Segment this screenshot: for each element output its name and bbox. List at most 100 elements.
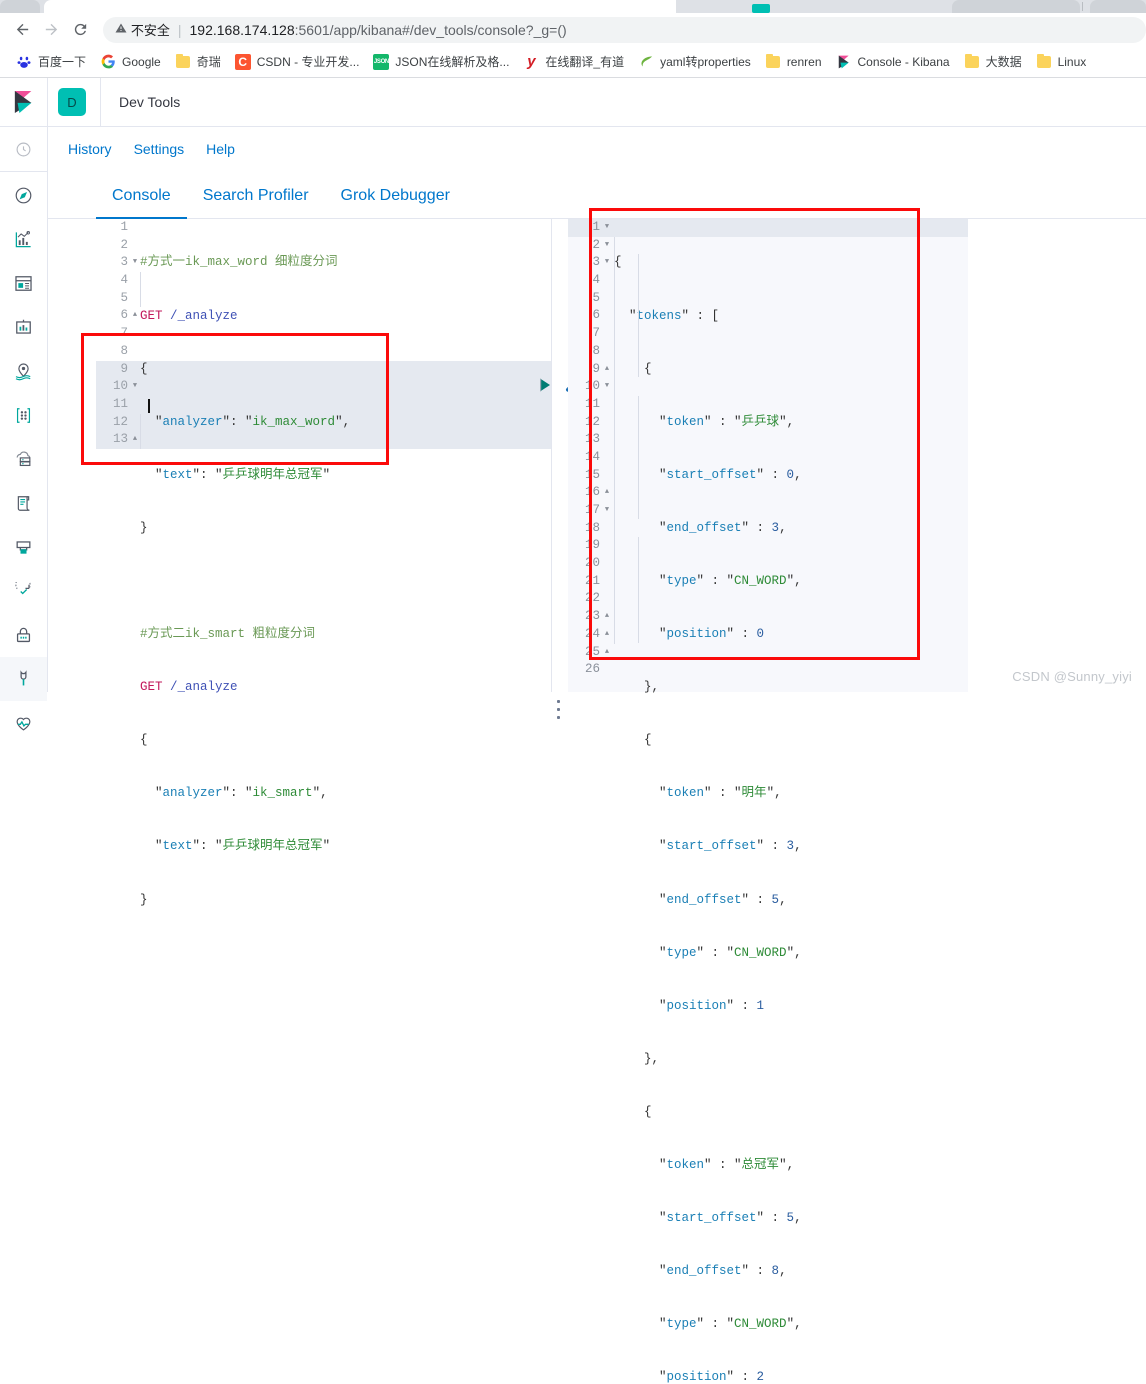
page-title: Dev Tools	[119, 94, 181, 110]
sidebar-item-machine-learning[interactable]	[0, 393, 47, 437]
logs-scroll-icon	[14, 494, 33, 513]
browser-tab-strip[interactable]	[0, 0, 1146, 13]
browser-tab[interactable]	[952, 0, 1080, 13]
bookmark-label: renren	[786, 54, 822, 69]
sidebar-item-visualize[interactable]	[0, 217, 47, 261]
forward-button[interactable]	[37, 15, 66, 45]
output-code: { "tokens" : [ { "token" : "乒乒球", "start…	[614, 219, 802, 1384]
infra-icon	[14, 450, 33, 469]
line-number: 9 ▲	[568, 361, 609, 379]
sidebar-item-uptime[interactable]	[0, 569, 47, 613]
tab-console[interactable]: Console	[96, 187, 187, 219]
editor-gutter: 1 2 3 ▼ 4 5 6 ▲ 7 8 9 10 ▼ 11 12 13 ▲	[96, 219, 137, 692]
fold-toggle-icon[interactable]: ▲	[602, 644, 612, 662]
code-line: "type" : "CN_WORD",	[614, 1317, 802, 1332]
code-line: {	[614, 733, 652, 748]
fold-toggle-icon[interactable]: ▲	[130, 431, 140, 449]
bookmark-item[interactable]: Linux	[1030, 50, 1093, 74]
bookmark-item[interactable]: Google	[94, 50, 167, 74]
line-number: 5	[120, 290, 128, 305]
text-caret	[148, 399, 150, 413]
sidebar-item-logs[interactable]	[0, 481, 47, 525]
menu-item-settings[interactable]: Settings	[134, 141, 185, 157]
sidebar-item-dev-tools[interactable]	[0, 657, 47, 701]
bookmark-label: 百度一下	[38, 55, 87, 69]
kibana-logo-icon[interactable]	[0, 77, 48, 127]
fold-toggle-icon[interactable]: ▼	[130, 378, 140, 396]
response-viewer[interactable]: 1 ▼ 2 ▼ 3 ▼ 4 5 6 7 8 9 ▲ 10 ▼ 11 12 13 14 15…	[568, 219, 968, 1384]
tab-divider	[1082, 2, 1083, 11]
sidebar-item-canvas[interactable]	[0, 305, 47, 349]
line-number: 11	[584, 396, 600, 411]
bookmark-item[interactable]: 大数据	[958, 50, 1028, 74]
browser-tab-active[interactable]	[44, 0, 700, 13]
bookmark-item[interactable]: renren	[759, 50, 828, 74]
line-number: 19	[584, 538, 600, 553]
dev-tools-tabs: Console Search Profiler Grok Debugger	[48, 171, 1146, 219]
fold-toggle-icon[interactable]: ▲	[602, 361, 612, 379]
indent-guide	[638, 254, 639, 377]
fold-toggle-icon[interactable]: ▲	[130, 307, 140, 325]
fold-toggle-icon[interactable]: ▼	[602, 237, 612, 255]
line-number: 3 ▼	[568, 254, 609, 272]
fold-toggle-icon[interactable]: ▼	[602, 254, 612, 272]
fold-toggle-icon[interactable]: ▲	[602, 626, 612, 644]
tab-grok-debugger[interactable]: Grok Debugger	[325, 187, 466, 218]
google-g-icon	[100, 54, 116, 70]
sidebar-item-discover[interactable]	[0, 173, 47, 217]
sidebar-item-infrastructure[interactable]	[0, 437, 47, 481]
fold-toggle-icon[interactable]: ▼	[602, 502, 612, 520]
bookmark-item[interactable]: Console - Kibana	[830, 50, 956, 74]
fold-toggle-icon[interactable]: ▲	[602, 608, 612, 626]
wrench-icon	[14, 669, 33, 689]
spring-leaf-icon	[638, 54, 654, 70]
tab-search-profiler[interactable]: Search Profiler	[187, 187, 325, 218]
code-line: {	[614, 1104, 652, 1119]
back-button[interactable]	[8, 15, 37, 45]
code-line: },	[614, 1051, 660, 1066]
sidebar-item-monitoring[interactable]	[0, 701, 47, 745]
fold-toggle-icon[interactable]: ▼	[602, 378, 612, 396]
menu-item-help[interactable]: Help	[206, 141, 235, 157]
sidebar-item-siem[interactable]	[0, 613, 47, 657]
line-number: 26	[584, 662, 600, 677]
code-line: #方式一ik_max_word 细粒度分词	[140, 255, 338, 270]
address-bar[interactable]: 不安全 | 192.168.174.128:5601/app/kibana#/d…	[102, 16, 1146, 43]
indent-guide	[614, 236, 615, 644]
uptime-check-icon	[14, 581, 33, 601]
sidebar-item-recently-viewed[interactable]	[0, 127, 47, 172]
browser-tab[interactable]	[0, 0, 40, 13]
line-number: 7	[120, 326, 128, 341]
line-number: 2	[120, 237, 128, 252]
fold-toggle-icon[interactable]: ▲	[602, 484, 612, 502]
code-line: }	[140, 520, 148, 535]
sidebar-item-dashboard[interactable]	[0, 261, 47, 305]
browser-tab[interactable]	[1090, 0, 1146, 13]
reload-button[interactable]	[66, 15, 95, 45]
code-line: {	[140, 733, 148, 748]
security-status-text: 不安全	[130, 23, 170, 38]
watermark-text: CSDN @Sunny_yiyi	[1012, 669, 1132, 684]
fold-toggle-icon[interactable]: ▼	[130, 254, 140, 272]
bookmark-item[interactable]: 奇瑞	[169, 50, 227, 74]
sidebar-item-maps[interactable]	[0, 349, 47, 393]
bookmark-item[interactable]: JSON JSON在线解析及格...	[367, 50, 515, 74]
request-editor[interactable]: 1 2 3 ▼ 4 5 6 ▲ 7 8 9 10 ▼ 11 12 13 ▲ #方式一ik…	[96, 219, 579, 907]
bookmark-item[interactable]: yaml转properties	[632, 50, 757, 74]
editor-code[interactable]: #方式一ik_max_word 细粒度分词 GET /_analyze { "a…	[140, 219, 350, 945]
line-number: 11	[112, 396, 128, 411]
pane-splitter[interactable]	[553, 697, 563, 727]
kibana-logo-icon	[836, 54, 852, 70]
csdn-icon: C	[234, 53, 251, 70]
bookmark-item[interactable]: 百度一下	[10, 50, 92, 74]
code-line: #方式二ik_smart 粗粒度分词	[140, 627, 316, 642]
code-line: "type" : "CN_WORD",	[614, 945, 802, 960]
menu-item-history[interactable]: History	[68, 141, 112, 157]
output-gutter: 1 ▼ 2 ▼ 3 ▼ 4 5 6 7 8 9 ▲ 10 ▼ 11 12 13 14 15…	[568, 219, 609, 692]
bookmark-item[interactable]: y 在线翻译_有道	[517, 50, 630, 74]
sidebar-item-apm[interactable]	[0, 525, 47, 569]
fold-toggle-icon[interactable]: ▼	[602, 219, 612, 237]
bookmark-item[interactable]: C CSDN - 专业开发...	[229, 50, 366, 74]
code-line: GET /_analyze	[140, 308, 238, 323]
line-number: 17 ▼	[568, 502, 609, 520]
